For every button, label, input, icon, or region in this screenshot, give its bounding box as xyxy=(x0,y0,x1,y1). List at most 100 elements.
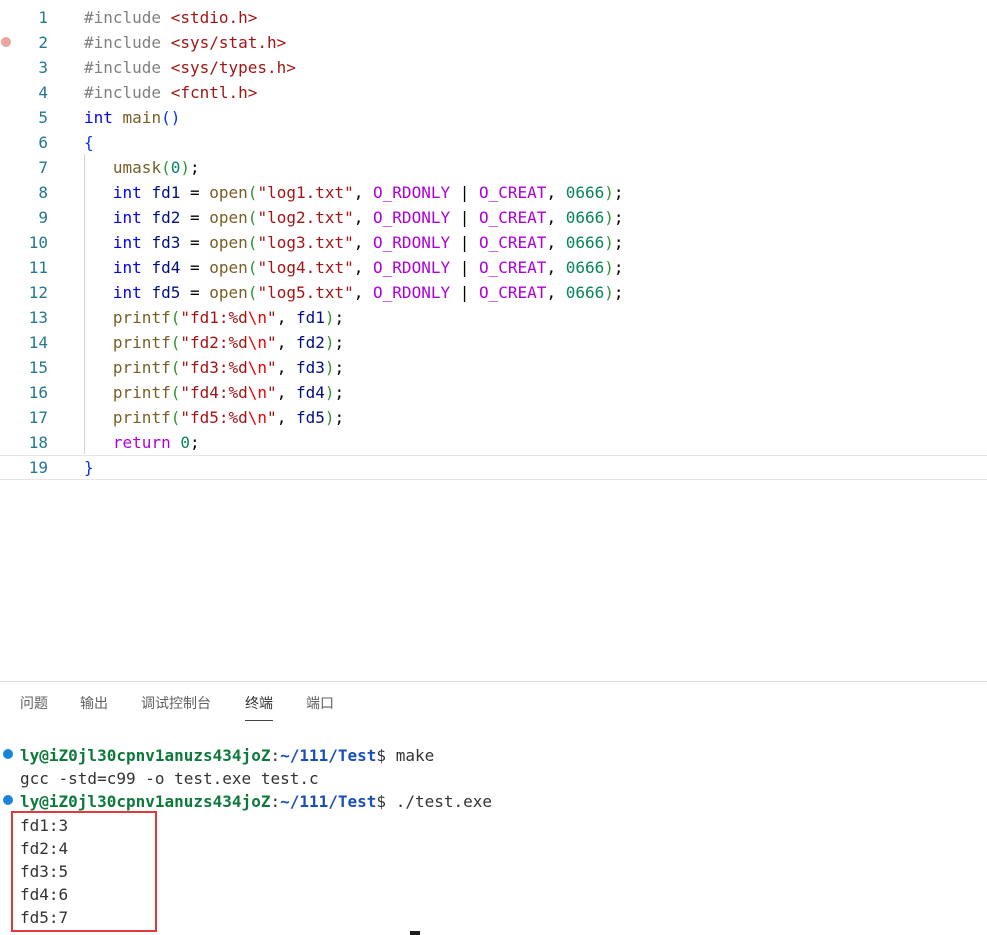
line-number: 9 xyxy=(38,208,48,227)
code-token: open xyxy=(209,233,248,252)
code-line[interactable]: 12 int fd5 = open("log5.txt", O_RDONLY |… xyxy=(0,280,987,305)
tab-problems[interactable]: 问题 xyxy=(20,694,48,714)
code-line[interactable]: 13 printf("fd1:%d\n", fd1); xyxy=(0,305,987,330)
code-token: <sys/stat.h> xyxy=(170,33,287,52)
code-token: "fd5:%d xyxy=(180,408,248,427)
line-code: umask(0); xyxy=(84,155,200,180)
code-token: | xyxy=(450,283,479,302)
code-token: O_CREAT xyxy=(479,208,547,227)
code-token: O_RDONLY xyxy=(373,208,451,227)
line-number: 2 xyxy=(38,33,48,52)
code-token: 0666 xyxy=(565,208,605,227)
code-line[interactable]: 5 int main() xyxy=(0,105,987,130)
code-line[interactable]: 10 int fd3 = open("log3.txt", O_RDONLY |… xyxy=(0,230,987,255)
code-token: \n xyxy=(247,358,268,377)
code-line[interactable]: 17 printf("fd5:%d\n", fd5); xyxy=(0,405,987,430)
tab-terminal[interactable]: 终端 xyxy=(245,694,273,721)
code-token: <fcntl.h> xyxy=(170,83,258,102)
code-token: ; xyxy=(613,258,624,277)
code-token: int xyxy=(112,183,142,202)
line-number: 19 xyxy=(28,458,48,477)
terminal-prompt-line: ly@iZ0jl30cpnv1anuzs434joZ:~/111/Test$ m… xyxy=(20,746,435,765)
code-line[interactable]: 16 printf("fd4:%d\n", fd4); xyxy=(0,380,987,405)
code-token: " xyxy=(267,308,277,327)
code-token: <stdio.h> xyxy=(170,8,258,27)
code-token: ( xyxy=(247,258,258,277)
command-status-dot[interactable] xyxy=(3,795,13,805)
code-token: ) xyxy=(324,308,335,327)
terminal-command: ./test.exe xyxy=(395,792,493,811)
code-line[interactable]: 3 #include <sys/types.h> xyxy=(0,55,987,80)
line-number: 3 xyxy=(38,58,48,77)
code-token: | xyxy=(450,183,479,202)
code-token: printf xyxy=(112,333,171,352)
code-line[interactable]: 18 return 0; xyxy=(0,430,987,455)
line-code: printf("fd5:%d\n", fd5); xyxy=(84,405,344,430)
code-token: ( xyxy=(161,158,171,177)
code-line[interactable]: 6{ xyxy=(0,130,987,155)
code-editor[interactable]: 1 #include <stdio.h> 2 #include <sys/stat.h… xyxy=(0,0,987,680)
line-number: 7 xyxy=(38,158,48,177)
code-token: ) xyxy=(324,333,335,352)
line-number: 8 xyxy=(38,183,48,202)
code-line[interactable]: 7 umask(0); xyxy=(0,155,987,180)
code-line[interactable]: 15 printf("fd3:%d\n", fd3); xyxy=(0,355,987,380)
code-token: , xyxy=(353,258,374,277)
code-token: fd4 xyxy=(295,383,325,402)
tab-debug-console[interactable]: 调试控制台 xyxy=(141,694,211,714)
code-token: , xyxy=(276,408,296,427)
code-token: \n xyxy=(247,408,268,427)
code-token: 0666 xyxy=(565,283,605,302)
code-token: fd2 xyxy=(151,208,181,227)
code-token: " xyxy=(267,408,277,427)
code-line[interactable]: 9 int fd2 = open("log2.txt", O_RDONLY | … xyxy=(0,205,987,230)
code-line[interactable]: 4 #include <fcntl.h> xyxy=(0,80,987,105)
code-token: () xyxy=(161,108,181,127)
code-token: ; xyxy=(613,208,624,227)
code-token: ( xyxy=(247,283,258,302)
code-token: O_CREAT xyxy=(479,233,547,252)
line-code: int fd3 = open("log3.txt", O_RDONLY | O_… xyxy=(84,230,624,255)
line-code: printf("fd4:%d\n", fd4); xyxy=(84,380,344,405)
code-token: ; xyxy=(613,183,624,202)
code-token: ( xyxy=(170,308,181,327)
line-code: return 0; xyxy=(84,430,200,455)
code-token: ) xyxy=(324,408,335,427)
code-token: ; xyxy=(334,408,345,427)
code-token: int xyxy=(112,258,142,277)
code-token: , xyxy=(353,183,374,202)
code-token: = xyxy=(180,208,210,227)
code-line[interactable]: 1 #include <stdio.h> xyxy=(0,5,987,30)
code-token: fd1 xyxy=(151,183,181,202)
tab-ports[interactable]: 端口 xyxy=(306,694,334,714)
code-token: open xyxy=(209,183,248,202)
code-line[interactable]: 11 int fd4 = open("log4.txt", O_RDONLY |… xyxy=(0,255,987,280)
code-token: , xyxy=(546,183,566,202)
tab-output[interactable]: 输出 xyxy=(80,694,108,714)
code-token: ( xyxy=(247,208,258,227)
code-line[interactable]: 14 printf("fd2:%d\n", fd2); xyxy=(0,330,987,355)
code-token: open xyxy=(209,208,248,227)
code-line[interactable]: 19} xyxy=(0,455,987,480)
code-token: "log2.txt" xyxy=(257,208,354,227)
code-token: ) xyxy=(604,283,614,302)
code-line[interactable]: 8 int fd1 = open("log1.txt", O_RDONLY | … xyxy=(0,180,987,205)
code-token: fd4 xyxy=(151,258,181,277)
code-token: "fd1:%d xyxy=(180,308,248,327)
code-line[interactable]: 2 #include <sys/stat.h> xyxy=(0,30,987,55)
code-token: "log3.txt" xyxy=(257,233,354,252)
code-token: , xyxy=(546,233,566,252)
code-token: 0 xyxy=(170,158,181,177)
code-token: printf xyxy=(112,383,171,402)
line-number: 5 xyxy=(38,108,48,127)
command-status-dot[interactable] xyxy=(3,749,13,759)
code-token: "log4.txt" xyxy=(257,258,354,277)
output-highlight-box xyxy=(11,811,157,932)
code-token: ) xyxy=(604,258,614,277)
